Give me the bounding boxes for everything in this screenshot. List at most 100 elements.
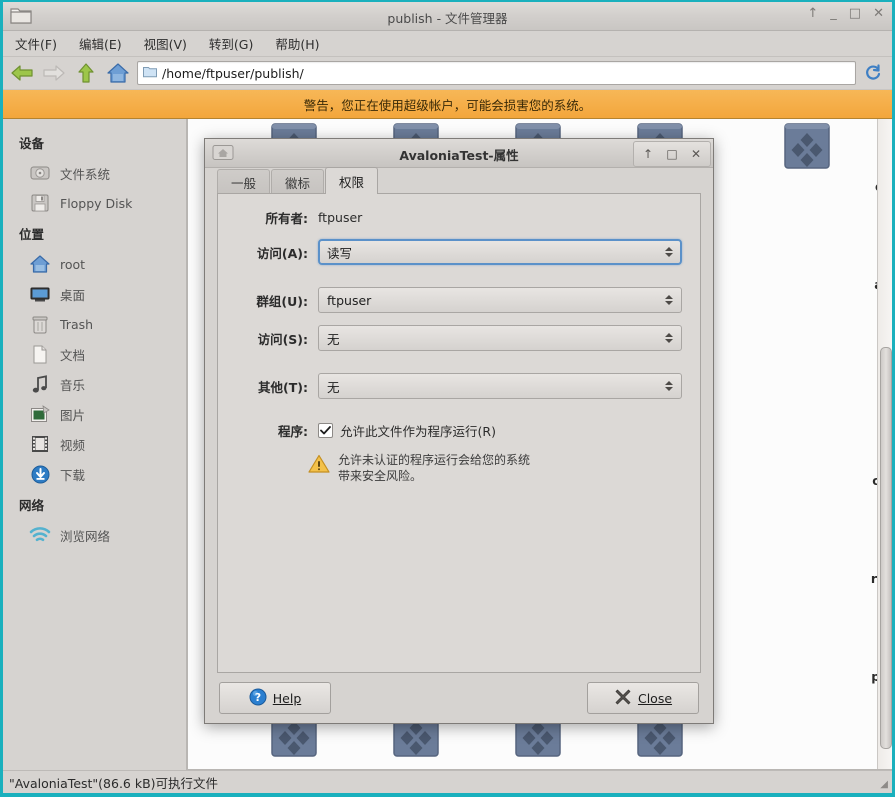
back-arrow-icon[interactable] xyxy=(9,60,35,86)
shade-button[interactable]: ↑ xyxy=(807,7,818,21)
window-title: publish - 文件管理器 xyxy=(387,11,508,26)
group-access-row: 访问(S): 无 xyxy=(236,325,682,351)
other-access-row: 其他(T): 无 xyxy=(236,373,682,399)
sidebar-item-documents[interactable]: 文档 xyxy=(3,339,186,369)
places-sidebar: 设备 文件系统 Floppy Disk 位置 root 桌面 Trash 文档 … xyxy=(3,119,187,770)
statusbar: "AvaloniaTest"(86.6 kB)可执行文件 ◢ xyxy=(3,770,892,793)
sidebar-group-network-title: 网络 xyxy=(19,498,45,513)
music-icon xyxy=(29,373,51,395)
svg-text:?: ? xyxy=(255,691,261,704)
sidebar-item-root[interactable]: root xyxy=(3,249,186,279)
tab-permissions[interactable]: 权限 xyxy=(325,167,379,194)
spinner-arrows-icon[interactable] xyxy=(665,247,673,257)
owner-access-label: 访问(A): xyxy=(256,245,308,261)
spinner-arrows-icon[interactable] xyxy=(665,381,673,391)
sidebar-item-floppy-disk[interactable]: Floppy Disk xyxy=(3,188,186,218)
program-row: 程序: 允许此文件作为程序运行(R) xyxy=(236,421,682,440)
sidebar-item-label: 视频 xyxy=(60,437,86,453)
sidebar-item-label: 音乐 xyxy=(60,377,86,393)
menu-view[interactable]: 视图(V) xyxy=(144,34,187,53)
help-button-label: Help xyxy=(272,690,302,706)
sidebar-item-filesystem[interactable]: 文件系统 xyxy=(3,158,186,188)
close-button[interactable]: Close xyxy=(587,682,699,714)
program-executable-checkbox[interactable] xyxy=(318,423,333,438)
spinner-arrows-icon[interactable] xyxy=(665,295,673,305)
warning-triangle-icon xyxy=(308,454,330,477)
menu-edit[interactable]: 编辑(E) xyxy=(79,34,122,53)
group-access-value: 无 xyxy=(327,331,340,347)
statusbar-text: "AvaloniaTest"(86.6 kB)可执行文件 xyxy=(9,775,219,791)
other-access-select[interactable]: 无 xyxy=(318,373,682,399)
dialog-close-button[interactable]: ✕ xyxy=(685,144,707,164)
folder-small-icon xyxy=(143,66,157,81)
tab-emblems[interactable]: 徽标 xyxy=(271,169,325,194)
dll-icon xyxy=(746,123,868,175)
tab-general[interactable]: 一般 xyxy=(217,169,271,194)
scrollbar-thumb[interactable] xyxy=(880,347,892,749)
home-icon xyxy=(29,253,51,275)
spinner-arrows-icon[interactable] xyxy=(665,333,673,343)
menu-file[interactable]: 文件(F) xyxy=(15,34,57,53)
sidebar-item-desktop[interactable]: 桌面 xyxy=(3,279,186,309)
forward-arrow-icon[interactable] xyxy=(41,60,67,86)
owner-value: ftpuser xyxy=(318,210,363,225)
group-value: ftpuser xyxy=(327,292,372,308)
sidebar-item-pictures[interactable]: 图片 xyxy=(3,399,186,429)
program-warning-row: 允许未认证的程序运行会给您的系统 带来安全风险。 xyxy=(236,452,682,484)
help-button[interactable]: ? Help xyxy=(219,682,331,714)
sidebar-item-trash[interactable]: Trash xyxy=(3,309,186,339)
resize-grip-icon[interactable]: ◢ xyxy=(880,779,888,790)
menu-go[interactable]: 转到(G) xyxy=(209,34,253,53)
other-access-label: 其他(T): xyxy=(258,379,308,395)
menubar: 文件(F) 编辑(E) 视图(V) 转到(G) 帮助(H) xyxy=(3,31,892,57)
menu-help[interactable]: 帮助(H) xyxy=(275,34,319,53)
sidebar-item-label: 文档 xyxy=(60,347,86,363)
dialog-shade-button[interactable]: ↑ xyxy=(637,144,659,164)
root-warning-bar: 警告，您正在使用超级帐户，可能会损害您的系统。 xyxy=(3,89,892,119)
up-arrow-icon[interactable] xyxy=(73,60,99,86)
network-icon xyxy=(29,524,51,546)
window-controls: ↑ _ □ ✕ xyxy=(807,7,884,21)
vertical-scrollbar[interactable] xyxy=(877,119,892,769)
sidebar-item-videos[interactable]: 视频 xyxy=(3,429,186,459)
dialog-maximize-button[interactable]: □ xyxy=(661,144,683,164)
dialog-window-controls: ↑ □ ✕ xyxy=(633,141,711,167)
file-manager-window: publish - 文件管理器 ↑ _ □ ✕ 文件(F) 编辑(E) 视图(V… xyxy=(3,2,892,793)
file-item[interactable] xyxy=(746,123,868,179)
sidebar-item-music[interactable]: 音乐 xyxy=(3,369,186,399)
close-button[interactable]: ✕ xyxy=(873,7,884,21)
sidebar-group-places-title: 位置 xyxy=(19,227,45,242)
program-label: 程序: xyxy=(278,424,308,439)
home-icon[interactable] xyxy=(105,60,131,86)
group-access-select[interactable]: 无 xyxy=(318,325,682,351)
program-executable-checkbox-row[interactable]: 允许此文件作为程序运行(R) xyxy=(318,421,496,440)
close-x-icon xyxy=(614,688,632,709)
trash-icon xyxy=(29,313,51,335)
video-icon xyxy=(29,433,51,455)
sidebar-item-label: root xyxy=(60,256,86,272)
minimize-button[interactable]: _ xyxy=(830,7,837,21)
desktop-icon xyxy=(29,283,51,305)
root-warning-text: 警告，您正在使用超级帐户，可能会损害您的系统。 xyxy=(303,97,592,113)
sidebar-item-label: 桌面 xyxy=(60,287,86,303)
owner-row: 所有者: ftpuser xyxy=(236,208,682,227)
sidebar-item-label: Floppy Disk xyxy=(60,195,133,211)
maximize-button[interactable]: □ xyxy=(849,7,861,21)
reload-icon[interactable] xyxy=(862,62,884,84)
path-entry[interactable]: /home/ftpuser/publish/ xyxy=(137,61,856,85)
other-access-value: 无 xyxy=(327,379,340,395)
dialog-action-bar: ? Help Close xyxy=(205,673,713,723)
sidebar-item-label: 浏览网络 xyxy=(60,528,111,544)
dialog-titlebar: AvaloniaTest-属性 ↑ □ ✕ xyxy=(205,139,713,168)
pictures-icon xyxy=(29,403,51,425)
group-select[interactable]: ftpuser xyxy=(318,287,682,313)
owner-access-value: 读写 xyxy=(327,245,353,261)
sidebar-item-browse-network[interactable]: 浏览网络 xyxy=(3,520,186,550)
owner-access-select[interactable]: 读写 xyxy=(318,239,682,265)
floppy-icon xyxy=(29,192,51,214)
owner-label: 所有者: xyxy=(265,211,309,226)
owner-access-row: 访问(A): 读写 xyxy=(236,239,682,265)
download-icon xyxy=(29,463,51,485)
sidebar-item-downloads[interactable]: 下载 xyxy=(3,459,186,489)
group-label: 群组(U): xyxy=(256,293,308,309)
